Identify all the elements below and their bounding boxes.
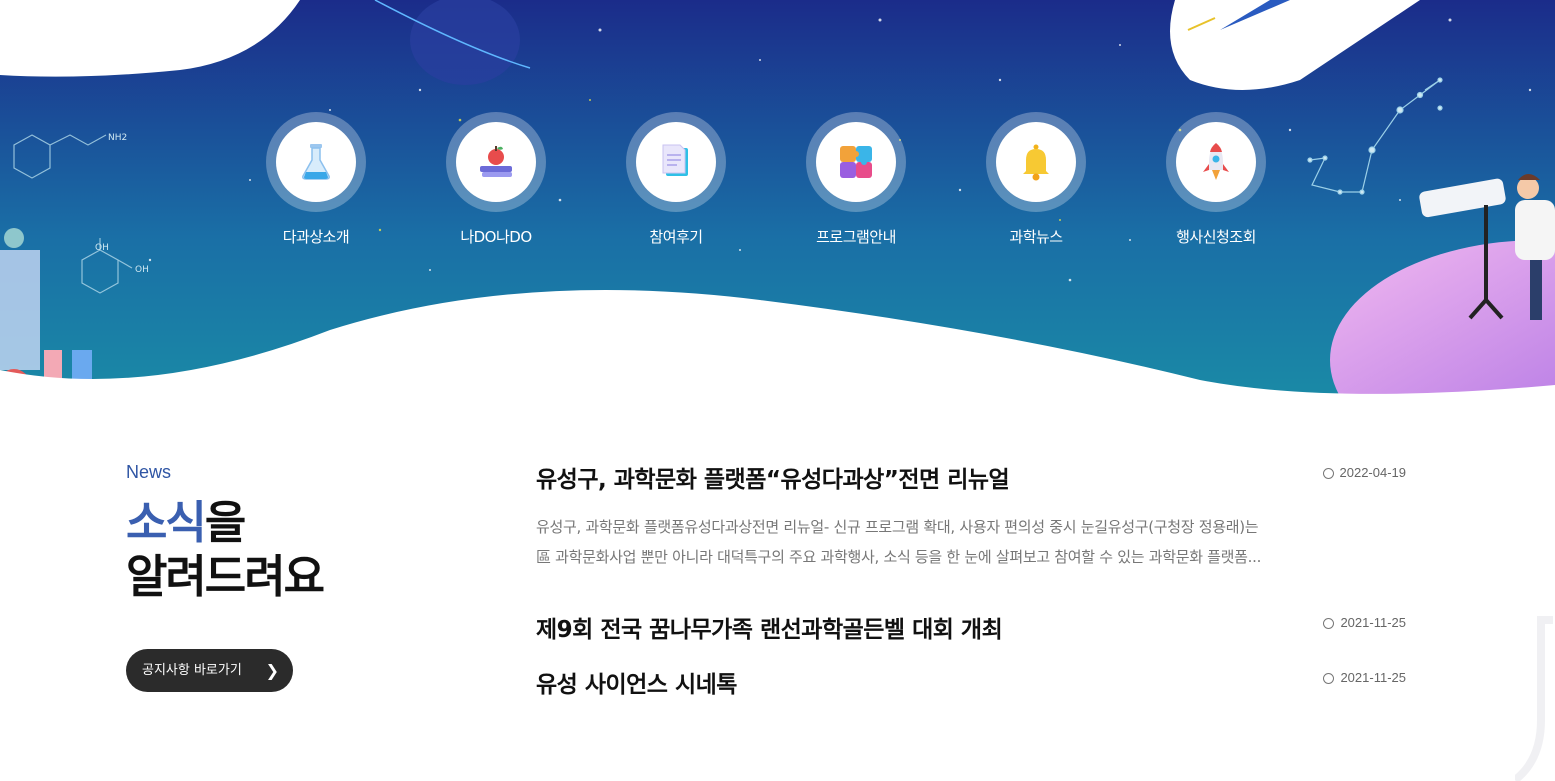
icon-ring	[626, 112, 726, 212]
quick-menu-item-review[interactable]: 참여후기	[586, 112, 766, 252]
puzzle-icon	[840, 146, 872, 178]
icon-ring	[266, 112, 366, 212]
news-heading-line2: 알려드려요	[126, 550, 325, 603]
quick-menu-label: 행사신청조회	[1176, 228, 1256, 246]
quick-menu-item-news[interactable]: 과학뉴스	[946, 112, 1126, 252]
news-item-date: 2021-11-25	[1323, 615, 1406, 630]
flask-icon	[302, 144, 330, 180]
quick-menu-item-program[interactable]: 프로그램안내	[766, 112, 946, 252]
icon-ring	[806, 112, 906, 212]
quick-menu-label: 프로그램안내	[816, 228, 896, 246]
rocket-icon	[1203, 143, 1229, 180]
hero-banner: NH2 OH OH 다과상소개 나DO나DO 참여후기 프로그램안내 과학뉴스 …	[0, 0, 1555, 480]
news-heading-highlight: 소식	[126, 496, 207, 549]
icon-ring	[446, 112, 546, 212]
clock-icon	[1323, 618, 1335, 629]
bell-icon	[1023, 144, 1049, 181]
news-item-title[interactable]: 유성구, 과학문화 플랫폼“유성다과상”전면 리뉴얼	[536, 460, 1010, 494]
news-item-title[interactable]: 제9회 전국 꿈나무가족 랜선과학골든벨 대회 개최	[536, 610, 1003, 644]
news-item-date: 2022-04-19	[1322, 465, 1406, 480]
book-apple-icon	[480, 146, 512, 177]
news-list-item[interactable]: 유성 사이언스 시네톡 2021-11-25	[536, 665, 1406, 698]
icon-ring	[1166, 112, 1266, 212]
quick-menu-item-intro[interactable]: 다과상소개	[226, 112, 406, 252]
notice-button-label: 공지사항 바로가기	[142, 663, 242, 678]
notice-shortcut-button[interactable]: 공지사항 바로가기 ❯	[126, 649, 293, 692]
news-item-title[interactable]: 유성 사이언스 시네톡	[536, 665, 737, 699]
quick-menu-label: 참여후기	[649, 228, 703, 246]
news-section: News 소식을 알려드려요 공지사항 바로가기 ❯ 유성구, 과학문화 플랫폼…	[0, 430, 1555, 781]
clock-icon	[1323, 673, 1335, 684]
quick-menu-item-event-lookup[interactable]: 행사신청조회	[1126, 112, 1306, 252]
clock-icon	[1322, 468, 1334, 479]
icon-ring	[986, 112, 1086, 212]
news-heading: 소식을 알려드려요	[126, 496, 325, 604]
quick-menu-label: 다과상소개	[282, 228, 350, 246]
news-heading-suffix: 을	[204, 496, 246, 549]
news-item-date: 2021-11-25	[1323, 670, 1406, 685]
news-item-summary: 유성구, 과학문화 플랫폼유성다과상전면 리뉴얼- 신규 프로그램 확대, 사용…	[536, 518, 1262, 566]
quick-menu-label: 나DO나DO	[460, 228, 532, 246]
quick-menu: 다과상소개 나DO나DO 참여후기 프로그램안내 과학뉴스 행사신청조회	[0, 0, 1555, 260]
beaker-outline-decoration	[1515, 616, 1553, 781]
molecule-label: OH	[135, 265, 149, 275]
quick-menu-item-nado[interactable]: 나DO나DO	[406, 112, 586, 252]
news-eyebrow: News	[126, 462, 172, 482]
document-icon	[662, 144, 688, 176]
quick-menu-label: 과학뉴스	[1009, 228, 1063, 246]
chevron-right-icon: ❯	[265, 661, 279, 680]
news-list-item[interactable]: 유성구, 과학문화 플랫폼“유성다과상”전면 리뉴얼 2022-04-19 유성…	[536, 460, 1406, 570]
news-list-item[interactable]: 제9회 전국 꿈나무가족 랜선과학골든벨 대회 개최 2021-11-25	[536, 610, 1406, 643]
